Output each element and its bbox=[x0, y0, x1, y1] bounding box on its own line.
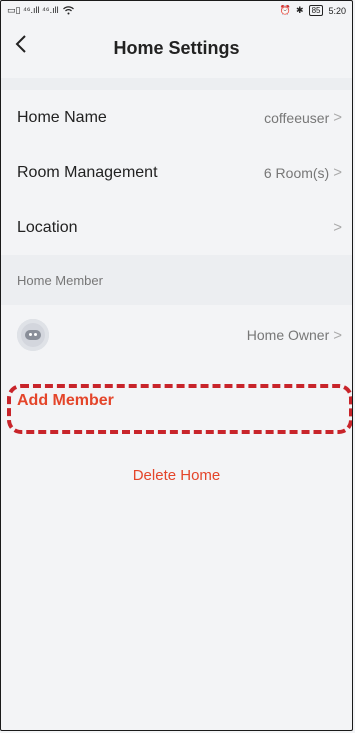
home-name-row[interactable]: Home Name coffeeuser > bbox=[1, 90, 352, 145]
home-name-value: coffeeuser bbox=[264, 109, 330, 126]
avatar bbox=[17, 319, 49, 351]
member-row[interactable]: Home Owner > bbox=[1, 305, 352, 365]
chevron-right-icon: > bbox=[333, 164, 342, 181]
avatar-eye-left bbox=[29, 333, 32, 336]
status-right: ⏰ ✱ 85 5:20 bbox=[280, 5, 346, 16]
wifi-icon bbox=[62, 6, 74, 15]
status-left: ▭▯ ⁴⁶.ıll ⁴⁶.ıll bbox=[7, 5, 74, 16]
delete-home-button[interactable]: Delete Home bbox=[1, 448, 352, 503]
home-member-header: Home Member bbox=[1, 255, 352, 305]
avatar-eye-right bbox=[34, 333, 37, 336]
chevron-right-icon: > bbox=[333, 326, 342, 344]
status-bar: ▭▯ ⁴⁶.ıll ⁴⁶.ıll ⏰ ✱ 85 5:20 bbox=[1, 1, 352, 23]
battery-icon: 85 bbox=[308, 5, 324, 16]
phone-screen: ▭▯ ⁴⁶.ıll ⁴⁶.ıll ⏰ ✱ 85 5:20 Home Settin… bbox=[0, 0, 353, 731]
alarm-icon: ⏰ bbox=[279, 5, 292, 15]
network-signal-icon: ▭▯ ⁴⁶.ıll ⁴⁶.ıll bbox=[7, 5, 59, 15]
robot-face-icon bbox=[25, 330, 41, 340]
section-divider bbox=[1, 78, 352, 90]
room-management-label: Room Management bbox=[17, 163, 158, 181]
add-member-button[interactable]: Add Member bbox=[1, 373, 352, 428]
clock: 5:20 bbox=[328, 5, 346, 16]
page-title: Home Settings bbox=[113, 38, 240, 58]
add-member-area: Add Member bbox=[1, 373, 352, 434]
room-management-row[interactable]: Room Management 6 Room(s) > bbox=[1, 145, 352, 200]
chevron-right-icon: > bbox=[333, 219, 342, 236]
location-label: Location bbox=[17, 218, 78, 236]
nav-bar: Home Settings bbox=[1, 23, 352, 78]
home-name-label: Home Name bbox=[17, 108, 107, 126]
room-count-value: 6 Room(s) bbox=[263, 164, 330, 181]
bluetooth-icon: ✱ bbox=[296, 5, 304, 15]
chevron-right-icon: > bbox=[333, 109, 342, 126]
location-row[interactable]: Location > bbox=[1, 200, 352, 255]
member-role: Home Owner bbox=[246, 327, 330, 343]
